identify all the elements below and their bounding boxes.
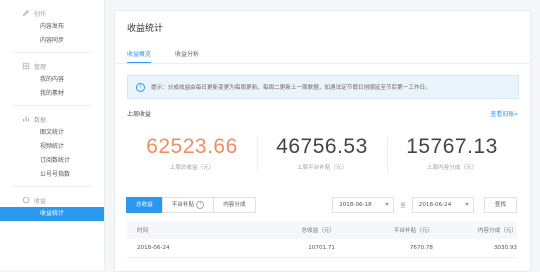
sidebar-section-title: 创作 xyxy=(34,10,47,18)
help-icon[interactable]: ? xyxy=(196,200,205,209)
filter-bar: 总收益 平台补贴? 内容分成 2018-06-18 至 2018-06-24 查… xyxy=(126,197,517,213)
sidebar-section-title: 数据 xyxy=(34,116,47,124)
stat-total-revenue: 62523.66 上周总收益（元） xyxy=(127,129,257,179)
table-row: 2018-06-24 10701.71 7670.78 3030.93 xyxy=(127,239,517,258)
stat-content-share: 15767.13 上周内容分成（元） xyxy=(387,129,517,179)
stat-platform-subsidy: 46756.53 上周平台补贴（元） xyxy=(257,129,387,179)
sidebar-item-video-stats[interactable]: 视频统计 xyxy=(0,140,104,154)
coin-icon xyxy=(22,196,30,204)
sidebar-section-title: 管理 xyxy=(34,63,47,71)
revenue-table: 时间 总收益（元） 平台补贴（元） 内容分成（元） 2018-06-24 107… xyxy=(127,221,517,258)
list-icon xyxy=(22,62,30,70)
date-separator: 至 xyxy=(400,203,406,209)
end-date-picker[interactable]: 2018-06-24 xyxy=(411,197,474,213)
column-header-total: 总收益（元） xyxy=(301,228,335,234)
page-title: 收益统计 xyxy=(127,24,164,34)
notice-banner: i 提示：分成收益由每日更新变更为每周更新，每周二更新上一周数据，如遇法定节假日… xyxy=(127,75,519,99)
divider xyxy=(12,105,92,106)
tab-analysis[interactable]: 收益分析 xyxy=(175,49,199,63)
sidebar-section-header: 收益 xyxy=(0,193,104,207)
cell-date: 2018-06-24 xyxy=(137,245,170,251)
end-date-value: 2018-06-24 xyxy=(418,202,452,208)
date-range: 2018-06-18 至 2018-06-24 查找 xyxy=(332,197,517,213)
sidebar: 创作 内容发布 内容同步 管理 我的内容 我的素材 数据 图文统计 视频统计 订… xyxy=(0,0,105,270)
stat-value: 15767.13 xyxy=(406,135,498,158)
stat-label: 上周平台补贴（元） xyxy=(296,165,348,171)
sidebar-section-data: 数据 图文统计 视频统计 订阅数统计 公号号指数 xyxy=(0,112,104,182)
sidebar-section-header: 管理 xyxy=(0,59,104,73)
sidebar-item-revenue-stats[interactable]: 收益统计 xyxy=(0,207,104,221)
pencil-icon xyxy=(23,10,29,16)
column-header-subsidy: 平台补贴（元） xyxy=(393,228,433,234)
cell-subsidy: 7670.78 xyxy=(409,245,433,251)
sidebar-section-create: 创作 内容发布 内容同步 xyxy=(0,6,104,48)
sidebar-item-subscriber-stats[interactable]: 订阅数统计 xyxy=(0,154,104,168)
sidebar-item-my-assets[interactable]: 我的素材 xyxy=(0,87,104,101)
sidebar-item-sync[interactable]: 内容同步 xyxy=(0,34,104,48)
stats-row: 62523.66 上周总收益（元） 46756.53 上周平台补贴（元） 157… xyxy=(127,129,517,179)
cell-total: 10701.71 xyxy=(308,245,335,251)
tab-divider xyxy=(115,63,530,64)
sidebar-section-manage: 管理 我的内容 我的素材 xyxy=(0,59,104,101)
filter-total-button[interactable]: 总收益 xyxy=(126,197,163,213)
sidebar-item-publish[interactable]: 内容发布 xyxy=(0,20,104,34)
notice-text: 提示：分成收益由每日更新变更为每周更新，每周二更新上一周数据，如遇法定节假日则顺… xyxy=(151,85,431,91)
filter-share-button[interactable]: 内容分成 xyxy=(213,197,256,213)
divider xyxy=(12,186,92,187)
filter-subsidy-label: 平台补贴 xyxy=(171,202,195,208)
chevron-down-icon xyxy=(464,203,469,206)
sidebar-item-my-content[interactable]: 我的内容 xyxy=(0,73,104,87)
bar-chart-icon xyxy=(23,116,29,122)
info-icon: i xyxy=(136,82,145,92)
sidebar-item-account-index[interactable]: 公号号指数 xyxy=(0,168,104,182)
sidebar-section-revenue: 收益 收益统计 xyxy=(0,193,104,221)
column-header-share: 内容分成（元） xyxy=(477,228,517,234)
tab-bar: 收益概览 收益分析 xyxy=(127,49,223,63)
stat-value: 46756.53 xyxy=(276,135,368,158)
query-button[interactable]: 查找 xyxy=(483,197,517,213)
stat-value: 62523.66 xyxy=(146,135,238,158)
column-header-date: 时间 xyxy=(137,228,149,234)
tab-overview[interactable]: 收益概览 xyxy=(127,49,152,63)
sidebar-item-article-stats[interactable]: 图文统计 xyxy=(0,126,104,140)
stat-label: 上周总收益（元） xyxy=(169,165,215,171)
table-header: 时间 总收益（元） 平台补贴（元） 内容分成（元） xyxy=(127,221,517,239)
history-link[interactable]: 查看旧账» xyxy=(490,109,518,118)
divider xyxy=(12,52,92,53)
chevron-down-icon xyxy=(385,203,390,206)
sidebar-section-header: 数据 xyxy=(0,112,104,126)
stat-label: 上周内容分成（元） xyxy=(426,165,478,171)
main-panel: 收益统计 收益概览 收益分析 i 提示：分成收益由每日更新变更为每周更新，每周二… xyxy=(114,10,531,272)
revenue-type-toggle: 总收益 平台补贴? 内容分成 xyxy=(126,197,256,213)
section-title: 上周收益 xyxy=(127,111,152,118)
cell-share: 3030.93 xyxy=(493,245,517,251)
filter-subsidy-button[interactable]: 平台补贴? xyxy=(161,197,215,213)
start-date-picker[interactable]: 2018-06-18 xyxy=(332,197,395,213)
sidebar-section-title: 收益 xyxy=(34,197,47,205)
sidebar-section-header: 创作 xyxy=(0,6,104,20)
start-date-value: 2018-06-18 xyxy=(339,202,372,208)
